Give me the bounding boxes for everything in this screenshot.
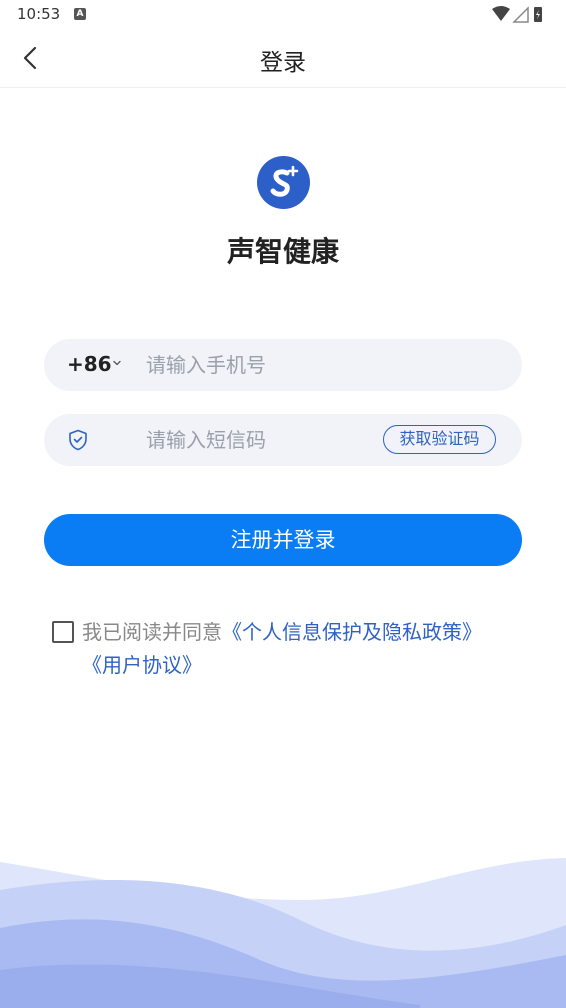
agreement-prefix: 我已阅读并同意 [82,620,222,644]
signal-icon [512,6,529,23]
status-bar: 10:53 A [0,0,566,30]
sms-code-input[interactable] [146,414,376,466]
agreement-checkbox[interactable] [52,621,74,643]
user-agreement-link[interactable]: 《用户协议》 [82,653,202,677]
status-time: 10:53 [17,5,61,23]
wifi-icon [492,6,510,21]
get-code-button[interactable]: 获取验证码 [383,425,496,454]
app-name: 声智健康 [226,235,339,268]
page-title: 登录 [260,50,306,76]
phone-input[interactable] [146,339,496,391]
notification-a-icon: A [74,8,86,20]
chevron-down-icon[interactable] [112,358,122,368]
register-login-button[interactable]: 注册并登录 [44,514,522,566]
app-logo [257,156,310,209]
shield-icon [69,429,87,451]
status-icons [492,6,552,24]
agreement-text: 我已阅读并同意《个人信息保护及隐私政策》 《用户协议》 [82,616,532,682]
sms-field: 获取验证码 [44,414,522,466]
phone-field: +86 [44,339,522,391]
nav-bar: 登录 [0,30,566,88]
battery-icon [534,7,542,22]
country-code-selector[interactable]: +86 [67,352,112,376]
privacy-policy-link[interactable]: 《个人信息保护及隐私政策》 [222,620,482,644]
wave-decoration [0,858,566,1008]
logo-s-plus-icon [257,156,310,209]
